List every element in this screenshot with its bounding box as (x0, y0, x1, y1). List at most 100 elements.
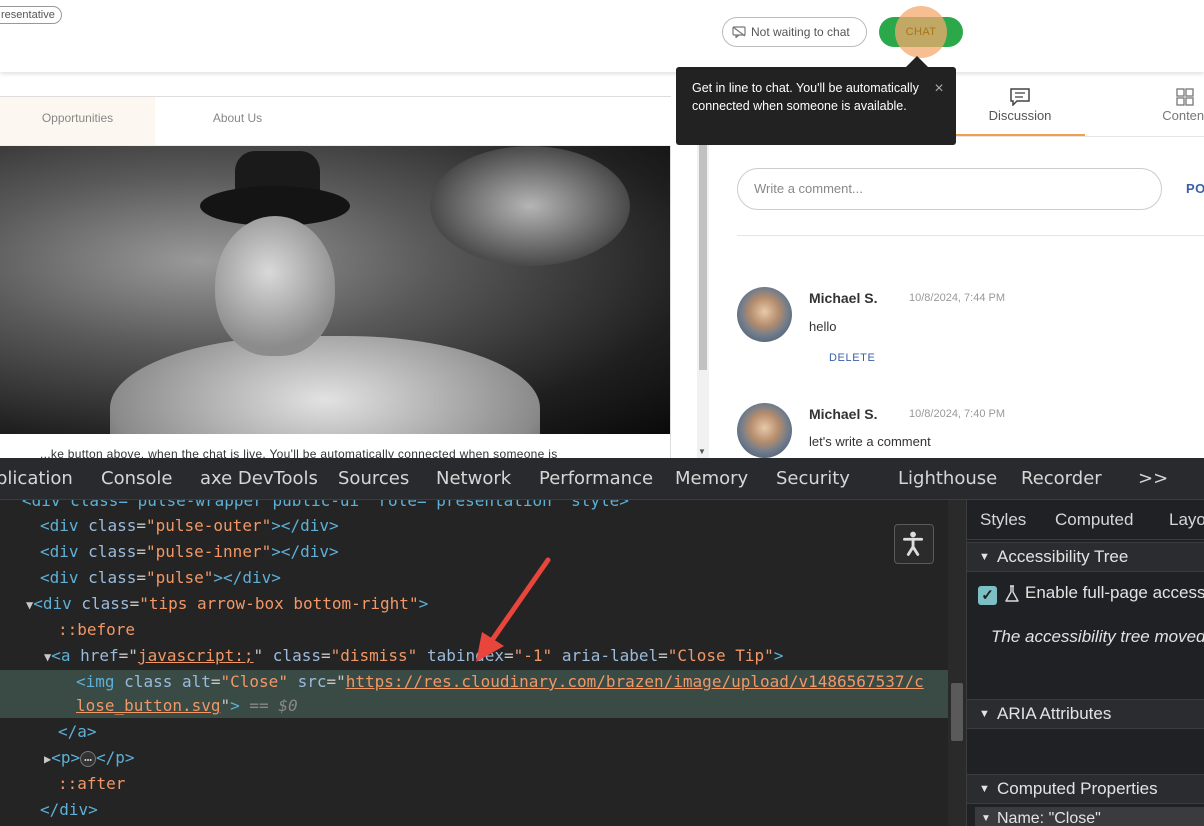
chevron-down-icon: ▼ (979, 551, 990, 563)
code-line[interactable]: <div class="pulse"></div> (40, 565, 281, 591)
comment-input[interactable]: Write a comment... (737, 168, 1162, 210)
code-line[interactable]: <div class="pulse-inner"></div> (40, 539, 339, 565)
devtools-tab-lighthouse[interactable]: Lighthouse (898, 458, 997, 500)
not-waiting-to-chat-button[interactable]: Not waiting to chat (722, 17, 867, 47)
video-frame-figure (110, 336, 540, 434)
elements-scrollbar-thumb[interactable] (951, 683, 963, 741)
computed-name-row[interactable]: ▼ Name: "Close" (975, 807, 1204, 826)
section-accessibility-tree[interactable]: ▼ Accessibility Tree (967, 542, 1204, 572)
code-line[interactable]: lose_button.svg"> == $0 (76, 693, 298, 719)
divider (737, 235, 1204, 236)
code-token: "pulse-outer" (145, 516, 272, 535)
video-frame-face (215, 216, 335, 356)
section-aria-attributes[interactable]: ▼ ARIA Attributes (967, 699, 1204, 729)
chat-button-label[interactable]: CHAT (879, 17, 963, 47)
section-title: Accessibility Tree (997, 547, 1129, 566)
code-token: "pulse-inner" (145, 542, 272, 561)
grid-icon (1176, 88, 1194, 106)
code-line[interactable]: ▼<a href="javascript:;" class="dismiss" … (44, 643, 783, 669)
code-line[interactable]: <div class="pulse-wrapper public-ui" rol… (22, 500, 629, 514)
enable-full-page-label: Enable full-page access (1025, 583, 1204, 602)
devtools-tab-application[interactable]: plication (0, 458, 73, 500)
chat-off-icon (732, 26, 746, 38)
code-link[interactable]: https://res.cloudinary.com/brazen/image/… (346, 672, 924, 691)
devtools-tab-sources[interactable]: Sources (338, 458, 409, 500)
devtools-tab-security[interactable]: Security (776, 458, 850, 500)
page-scrollbar-thumb[interactable] (699, 140, 707, 370)
section-title: Computed Properties (997, 779, 1158, 798)
chevron-down-icon: ▼ (979, 783, 990, 795)
code-line[interactable]: <img class alt="Close" src="https://res.… (76, 669, 924, 695)
code-line[interactable]: ::before (58, 617, 135, 643)
sidebar-tabbar: Styles Computed Layo (967, 500, 1204, 540)
tab-discussion-label: Discussion (988, 108, 1052, 123)
code-token: "dismiss" (330, 646, 418, 665)
post-button[interactable]: PO (1186, 181, 1204, 196)
devtools-tab-performance[interactable]: Performance (539, 458, 653, 500)
avatar (737, 287, 792, 342)
devtools-tabbar: plication Console axe DevTools Sources N… (0, 458, 1204, 500)
tab-layout[interactable]: Layo (1169, 500, 1204, 540)
experiment-flask-icon (1005, 585, 1019, 602)
code-token: "tips arrow-box bottom-right" (139, 594, 419, 613)
code-line[interactable]: ::after (58, 771, 125, 797)
comment-date: 10/8/2024, 7:40 PM (909, 408, 1006, 420)
code-token: "pulse" (145, 568, 214, 587)
close-icon[interactable]: × (932, 81, 946, 97)
pseudo-before: ::before (58, 620, 136, 639)
video-player[interactable] (0, 146, 670, 434)
site-header (0, 0, 1204, 72)
code-line[interactable]: <div class="pulse-outer"></div> (40, 513, 339, 539)
delete-comment-button[interactable]: DELETE (829, 352, 875, 364)
more-tabs-icon[interactable]: >> (1138, 458, 1168, 500)
code-line[interactable]: </div> (40, 797, 98, 823)
accessibility-icon (903, 531, 924, 556)
code-link[interactable]: javascript:; (138, 646, 254, 665)
comment-text: let's write a comment (809, 434, 931, 449)
code-link[interactable]: lose_button.svg (76, 696, 221, 715)
scroll-down-arrow-icon[interactable]: ▼ (698, 447, 706, 456)
tab-styles[interactable]: Styles (980, 500, 1026, 540)
selected-marker: == $0 (249, 696, 298, 715)
chevron-down-icon: ▼ (981, 813, 991, 824)
accessibility-toggle-button[interactable] (894, 524, 934, 564)
devtools-tab-console[interactable]: Console (101, 458, 172, 500)
comment-author[interactable]: Michael S. (809, 406, 877, 422)
pseudo-after: ::after (58, 774, 126, 793)
tab-discussion[interactable]: Discussion (955, 82, 1085, 136)
code-line[interactable]: </a> (58, 719, 97, 745)
tab-opportunities[interactable]: Opportunities (0, 97, 155, 145)
tab-content[interactable]: Content (1150, 82, 1204, 136)
comment-author[interactable]: Michael S. (809, 290, 877, 306)
section-computed-properties[interactable]: ▼ Computed Properties (967, 774, 1204, 804)
code-line[interactable]: ▼<div class="tips arrow-box bottom-right… (26, 591, 428, 617)
code-line[interactable]: ▶<p>… </p> (44, 745, 135, 771)
annotation-arrow-icon (476, 557, 551, 662)
code-token: <div class="pulse-wrapper public-ui" rol… (22, 500, 629, 510)
representative-badge: resentative (0, 6, 62, 24)
code-token: "Close Tip" (667, 646, 774, 665)
computed-name-value: Name: "Close" (997, 810, 1101, 826)
tab-computed[interactable]: Computed (1055, 500, 1133, 540)
elements-scrollbar[interactable] (948, 500, 966, 826)
comment-text: hello (809, 319, 837, 334)
ellipsis-badge[interactable]: … (80, 750, 96, 767)
avatar (737, 403, 792, 458)
tree-moved-note: The accessibility tree moved (991, 627, 1204, 646)
devtools-tab-network[interactable]: Network (436, 458, 511, 500)
devtools-tab-recorder[interactable]: Recorder (1021, 458, 1102, 500)
code-token: "Close" (220, 672, 288, 691)
chat-tip-tooltip: Get in line to chat. You'll be automatic… (676, 67, 956, 145)
tab-content-label: Content (1162, 108, 1204, 123)
devtools-tab-axe[interactable]: axe DevTools (200, 458, 318, 500)
not-waiting-label: Not waiting to chat (751, 25, 850, 39)
tooltip-arrow (906, 56, 928, 67)
enable-full-page-checkbox[interactable]: ✓ (978, 586, 997, 605)
section-title: ARIA Attributes (997, 704, 1112, 723)
comment-date: 10/8/2024, 7:44 PM (909, 292, 1006, 304)
page-scrollbar[interactable]: ▼ (697, 140, 709, 458)
discussion-icon (1010, 88, 1030, 106)
devtools-tab-memory[interactable]: Memory (675, 458, 748, 500)
chevron-down-icon: ▼ (979, 708, 990, 720)
tab-about-us[interactable]: About Us (180, 97, 295, 145)
